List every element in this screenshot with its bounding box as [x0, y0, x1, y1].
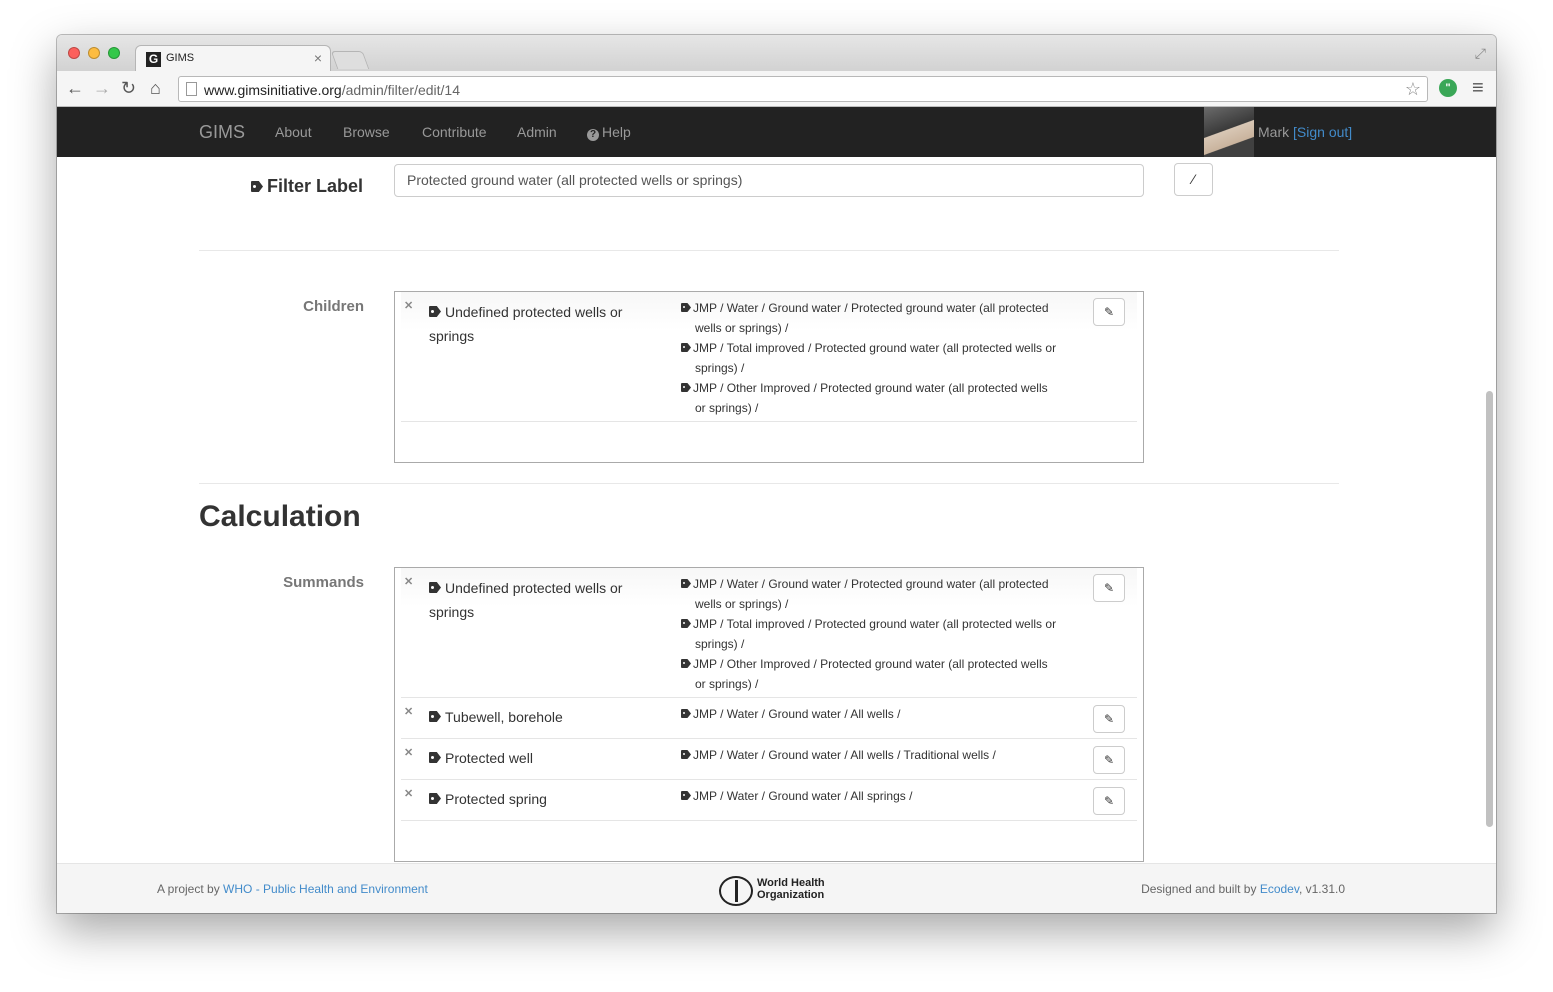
- tag-icon: [429, 711, 441, 722]
- footer-credit: A project by WHO - Public Health and Env…: [157, 882, 428, 896]
- menu-icon[interactable]: ≡: [1472, 77, 1484, 100]
- tag-icon: [429, 752, 441, 763]
- url-text: www.gimsinitiative.org/admin/filter/edit…: [204, 82, 461, 98]
- close-window-button[interactable]: [68, 47, 80, 59]
- nav-about[interactable]: About: [275, 124, 312, 140]
- browser-toolbar: ← → ↻ ⌂ www.gimsinitiative.org/admin/fil…: [57, 71, 1496, 107]
- tag-icon: [681, 791, 691, 800]
- item-name: Tubewell, borehole: [429, 705, 649, 729]
- ecodev-link[interactable]: Ecodev: [1260, 882, 1299, 896]
- footer: A project by WHO - Public Health and Env…: [57, 863, 1496, 913]
- nav-browse[interactable]: Browse: [343, 124, 390, 140]
- tag-icon: [429, 306, 441, 317]
- browser-window: G GIMS × ⤢ ← → ↻ ⌂ www.gimsinitiative.or…: [57, 35, 1496, 913]
- edit-button[interactable]: ✎: [1093, 298, 1125, 326]
- maximize-window-button[interactable]: [108, 47, 120, 59]
- tag-icon: [681, 343, 691, 352]
- edit-button[interactable]: ✎: [1093, 787, 1125, 815]
- nav-contribute[interactable]: Contribute: [422, 124, 487, 140]
- pencil-icon: ✎: [1103, 581, 1115, 595]
- list-item: ✕ Undefined protected wells or springs J…: [401, 568, 1137, 698]
- footer-builder: Designed and built by Ecodev, v1.31.0: [1141, 882, 1345, 896]
- item-name: Undefined protected wells or springs: [429, 580, 623, 620]
- calculation-heading: Calculation: [199, 500, 361, 533]
- back-arrow-icon[interactable]: ←: [66, 79, 84, 97]
- children-label: Children: [303, 298, 364, 315]
- who-logo-text: World Health Organization: [757, 877, 825, 901]
- filter-label-input[interactable]: Protected ground water (all protected we…: [394, 164, 1144, 197]
- item-name: Undefined protected wells or springs: [429, 304, 623, 344]
- pencil-icon: ✎: [1103, 305, 1115, 319]
- item-paths: JMP / Water / Ground water / All springs…: [681, 786, 1061, 806]
- address-bar[interactable]: www.gimsinitiative.org/admin/filter/edit…: [178, 76, 1428, 102]
- nav-admin[interactable]: Admin: [517, 124, 557, 140]
- title-bar: G GIMS × ⤢: [57, 35, 1496, 71]
- magic-wand-button[interactable]: ⁄: [1174, 163, 1213, 196]
- filter-label-heading: Filter Label: [251, 176, 363, 197]
- tag-icon: [681, 303, 691, 312]
- pencil-icon: ✎: [1103, 753, 1115, 767]
- browser-tab[interactable]: G GIMS ×: [135, 45, 331, 71]
- tag-icon: [681, 619, 691, 628]
- pencil-icon: ✎: [1103, 712, 1115, 726]
- remove-icon[interactable]: ✕: [404, 575, 413, 588]
- gims-favicon-icon: G: [146, 52, 161, 67]
- divider: [199, 250, 1339, 251]
- reload-icon[interactable]: ↻: [121, 79, 136, 97]
- tag-icon: [251, 181, 263, 192]
- item-name: Protected spring: [429, 787, 649, 811]
- minimize-window-button[interactable]: [88, 47, 100, 59]
- who-logo-icon: [719, 876, 753, 906]
- item-paths: JMP / Water / Ground water / All wells /: [681, 704, 1061, 724]
- remove-icon[interactable]: ✕: [404, 705, 413, 718]
- edit-button[interactable]: ✎: [1093, 746, 1125, 774]
- divider: [199, 483, 1339, 484]
- tag-icon: [681, 709, 691, 718]
- remove-icon[interactable]: ✕: [404, 787, 413, 800]
- list-item: ✕ Undefined protected wells or springs J…: [401, 292, 1137, 422]
- avatar: [1204, 107, 1254, 157]
- user-menu: Mark [Sign out]: [1258, 124, 1353, 140]
- tab-close-icon[interactable]: ×: [314, 50, 322, 66]
- pencil-icon: ✎: [1103, 794, 1115, 808]
- bookmark-star-icon[interactable]: ☆: [1405, 79, 1421, 100]
- tag-icon: [681, 579, 691, 588]
- item-name: Protected well: [429, 746, 649, 770]
- list-item: ✕ Protected well JMP / Water / Ground wa…: [401, 739, 1137, 780]
- list-item: ✕ Tubewell, borehole JMP / Water / Groun…: [401, 698, 1137, 739]
- hangouts-extension-icon[interactable]: ": [1439, 79, 1457, 97]
- help-icon: ?: [587, 129, 599, 141]
- tag-icon: [429, 793, 441, 804]
- nav-help[interactable]: ? Help: [587, 124, 631, 141]
- page-icon: [186, 82, 197, 96]
- summands-list: ✕ Undefined protected wells or springs J…: [394, 567, 1144, 862]
- item-paths: JMP / Water / Ground water / All wells /…: [681, 745, 1061, 765]
- tag-icon: [681, 750, 691, 759]
- item-paths: JMP / Water / Ground water / Protected g…: [681, 574, 1061, 694]
- brand-link[interactable]: GIMS: [199, 122, 245, 143]
- fullscreen-icon[interactable]: ⤢: [1475, 45, 1486, 62]
- signout-link[interactable]: [Sign out]: [1293, 124, 1352, 140]
- list-item: ✕ Protected spring JMP / Water / Ground …: [401, 780, 1137, 821]
- remove-icon[interactable]: ✕: [404, 746, 413, 759]
- tag-icon: [429, 582, 441, 593]
- forward-arrow-icon[interactable]: →: [93, 79, 111, 97]
- scrollbar[interactable]: [1486, 391, 1493, 827]
- tag-icon: [681, 659, 691, 668]
- home-icon[interactable]: ⌂: [150, 79, 161, 97]
- item-paths: JMP / Water / Ground water / Protected g…: [681, 298, 1061, 418]
- site-navbar: GIMS About Browse Contribute Admin ? Help…: [57, 107, 1496, 157]
- children-list: ✕ Undefined protected wells or springs J…: [394, 291, 1144, 463]
- who-link[interactable]: WHO - Public Health and Environment: [223, 882, 428, 896]
- tag-icon: [681, 383, 691, 392]
- summands-label: Summands: [283, 574, 364, 591]
- edit-button[interactable]: ✎: [1093, 574, 1125, 602]
- magic-wand-icon: ⁄: [1192, 171, 1195, 187]
- remove-icon[interactable]: ✕: [404, 299, 413, 312]
- edit-button[interactable]: ✎: [1093, 705, 1125, 733]
- page-viewport: GIMS About Browse Contribute Admin ? Help…: [57, 107, 1496, 913]
- new-tab-button[interactable]: [330, 51, 370, 69]
- tab-title: GIMS: [166, 52, 195, 64]
